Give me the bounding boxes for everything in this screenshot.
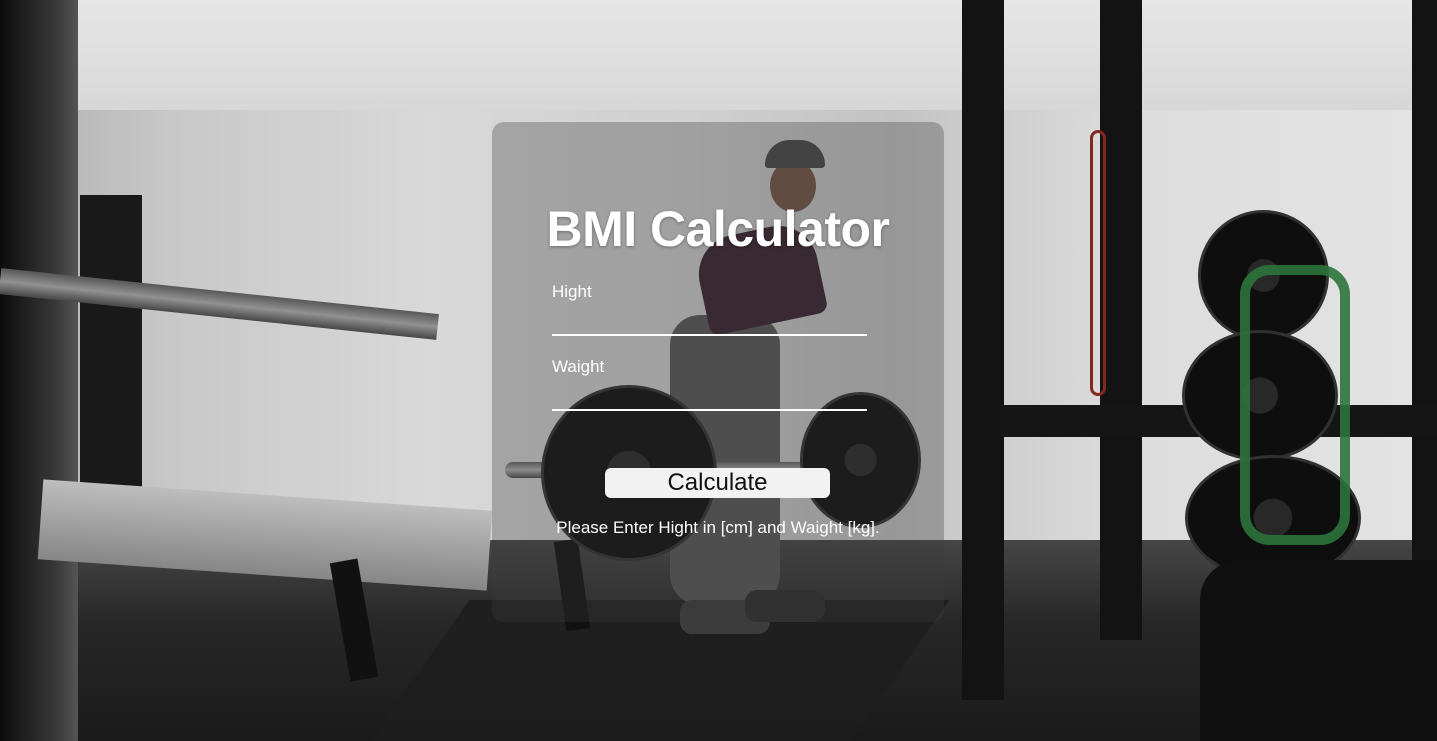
height-field: Hight xyxy=(552,282,867,336)
weight-field: Waight xyxy=(552,357,867,411)
page-title: BMI Calculator xyxy=(546,201,890,257)
calculate-button[interactable]: Calculate xyxy=(605,468,830,498)
bmi-card: BMI Calculator Hight Waight Calculate Pl… xyxy=(492,122,944,622)
weight-input[interactable] xyxy=(552,377,867,411)
height-input[interactable] xyxy=(552,302,867,336)
weight-label: Waight xyxy=(552,357,605,376)
height-label: Hight xyxy=(552,282,592,301)
result-message: Please Enter Hight in [cm] and Waight [k… xyxy=(556,518,880,537)
page: BMI Calculator Hight Waight Calculate Pl… xyxy=(0,0,1437,741)
